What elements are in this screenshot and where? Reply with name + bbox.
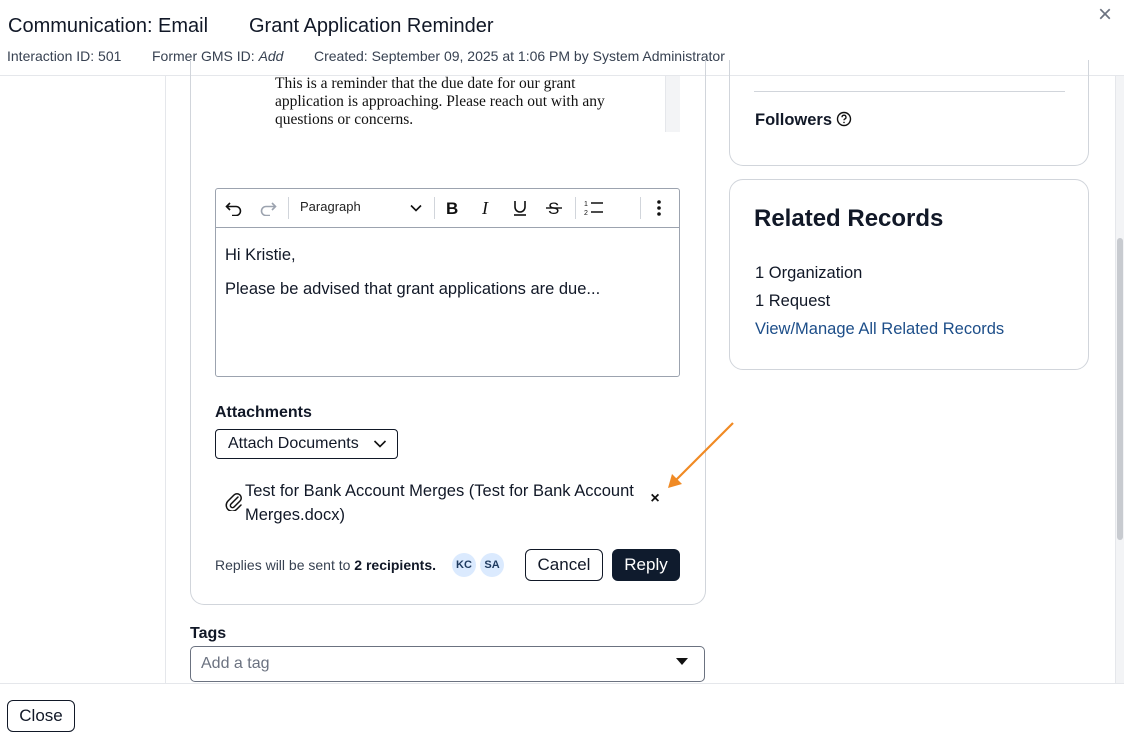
svg-text:I: I (481, 199, 489, 217)
reply-button[interactable]: Reply (612, 549, 680, 581)
followers-label: Followers (755, 111, 833, 129)
scrollbar-thumb[interactable] (1117, 238, 1123, 540)
modal-title: Communication: Email (8, 15, 209, 37)
toolbar-separator (288, 197, 289, 219)
tags-label: Tags (190, 625, 227, 642)
attach-documents-label: Attach Documents (228, 435, 359, 452)
email-subject: Grant Application Reminder (249, 15, 494, 37)
editor-line-body[interactable]: Please be advised that grant application… (225, 280, 600, 299)
related-records-title: Related Records (754, 205, 944, 232)
recipients-note-prefix: Replies will be sent to (215, 557, 351, 573)
chevron-down-icon[interactable] (404, 196, 428, 220)
followers-divider (754, 91, 1065, 92)
caret-down-icon[interactable] (676, 658, 688, 665)
toolbar-separator (575, 197, 576, 219)
more-options-icon[interactable] (647, 196, 671, 220)
annotation-arrow-icon (668, 422, 734, 488)
svg-text:1: 1 (584, 201, 588, 208)
attachments-label: Attachments (215, 404, 312, 421)
left-column-divider (165, 76, 166, 684)
avatar[interactable]: KC (452, 553, 476, 577)
tags-input[interactable]: Add a tag (190, 646, 705, 682)
close-icon[interactable]: × (1094, 3, 1116, 27)
italic-icon[interactable]: I (475, 196, 499, 220)
related-request: 1 Request (755, 292, 831, 310)
underline-icon[interactable] (508, 196, 532, 220)
recipients-count: 2 recipients. (354, 557, 436, 573)
quoted-message-scrollbar[interactable] (665, 76, 680, 132)
chevron-down-icon (373, 437, 387, 456)
manage-related-records-link[interactable]: View/Manage All Related Records (755, 320, 1004, 339)
svg-text:2: 2 (584, 210, 588, 217)
toolbar-separator (434, 197, 435, 219)
attach-documents-button[interactable]: Attach Documents (215, 429, 398, 459)
bold-icon[interactable]: B (441, 196, 465, 220)
recipients-note: Replies will be sent to 2 recipients. (215, 557, 436, 573)
toolbar-separator (640, 197, 641, 219)
undo-icon[interactable] (222, 196, 246, 220)
strikethrough-icon[interactable]: S (542, 196, 566, 220)
attachment-file-name[interactable]: Test for Bank Account Merges (Test for B… (245, 479, 645, 527)
block-format-select[interactable]: Paragraph (300, 199, 361, 214)
help-icon[interactable] (836, 111, 852, 127)
cancel-button[interactable]: Cancel (525, 549, 603, 581)
close-button[interactable]: Close (7, 700, 75, 732)
related-organization: 1 Organization (755, 264, 863, 282)
redo-icon[interactable] (256, 196, 280, 220)
numbered-list-icon[interactable]: 12 (582, 196, 606, 220)
editor-line-greeting[interactable]: Hi Kristie, (225, 246, 296, 265)
modal-footer (0, 683, 1124, 743)
svg-text:B: B (446, 199, 458, 217)
paperclip-icon (225, 491, 243, 512)
interaction-id: Interaction ID: 501 (7, 48, 122, 64)
quoted-message: This is a reminder that the due date for… (275, 75, 605, 128)
avatar[interactable]: SA (480, 553, 504, 577)
